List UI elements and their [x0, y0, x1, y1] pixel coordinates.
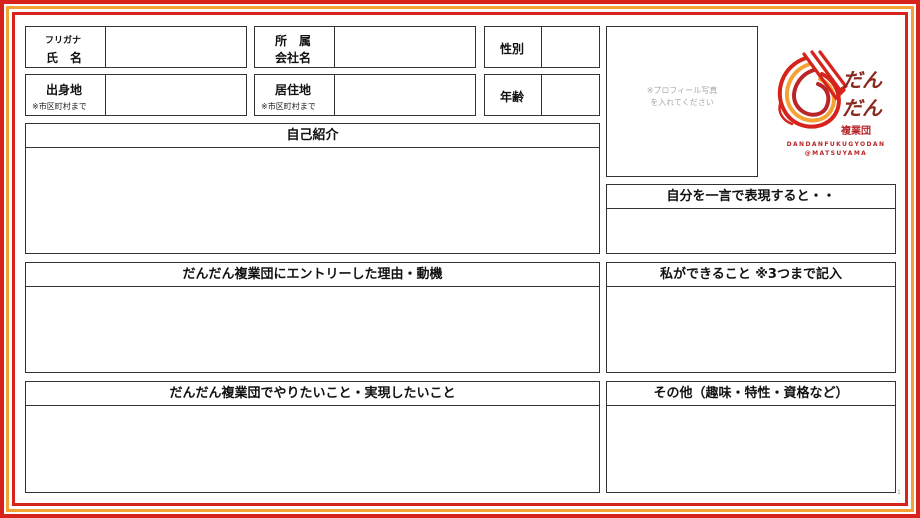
one-word-header: 自分を一言で表現すると・・: [607, 185, 895, 209]
self-intro-header: 自己紹介: [26, 124, 599, 148]
logo-script-line2: だん: [842, 96, 882, 120]
gender-label: 性別: [500, 42, 525, 56]
can-do-header: 私ができること ※3つまで記入: [607, 263, 895, 287]
self-intro-section: 自己紹介: [25, 123, 600, 254]
gender-input-area[interactable]: [543, 27, 599, 67]
motivation-header: だんだん複業団にエントリーした理由・動機: [26, 263, 599, 287]
birthplace-label-cell: 出身地 ※市区町村まで: [26, 75, 106, 115]
one-word-input-area[interactable]: [607, 209, 895, 253]
birthplace-field: 出身地 ※市区町村まで: [25, 74, 247, 116]
can-do-section: 私ができること ※3つまで記入: [606, 262, 896, 373]
logo-subtitle-line1: DANDANFUKUGYODAN: [786, 141, 886, 148]
residence-input-area[interactable]: [336, 75, 475, 115]
motivation-input-area[interactable]: [26, 287, 599, 372]
birthplace-input-area[interactable]: [107, 75, 246, 115]
birthplace-note: ※市区町村まで: [32, 102, 87, 111]
motivation-section: だんだん複業団にエントリーした理由・動機: [25, 262, 600, 373]
others-header: その他（趣味・特性・資格など）: [607, 382, 895, 406]
gender-label-cell: 性別: [485, 27, 542, 67]
company-name-label: 会社名: [275, 51, 312, 65]
want-to-do-input-area[interactable]: [26, 406, 599, 492]
name-label: 氏 名: [46, 51, 83, 65]
age-label: 年齢: [500, 90, 525, 104]
residence-note: ※市区町村まで: [261, 102, 316, 111]
others-input-area[interactable]: [607, 406, 895, 492]
age-label-cell: 年齢: [485, 75, 542, 115]
age-field: 年齢: [484, 74, 600, 116]
name-input-area[interactable]: [107, 27, 246, 67]
affiliation-field: 所 属 会社名: [254, 26, 476, 68]
affiliation-label-cell: 所 属 会社名: [255, 27, 335, 67]
age-input-area[interactable]: [543, 75, 599, 115]
page-number: 1: [897, 489, 901, 496]
self-intro-input-area[interactable]: [26, 148, 599, 253]
one-word-section: 自分を一言で表現すると・・: [606, 184, 896, 254]
logo-subtitle-line2: @MATSUYAMA: [804, 150, 868, 157]
residence-label: 居住地: [275, 83, 312, 97]
want-to-do-header: だんだん複業団でやりたいこと・実現したいこと: [26, 382, 599, 406]
affiliation-input-area[interactable]: [336, 27, 475, 67]
can-do-input-area[interactable]: [607, 287, 895, 372]
logo-script-line1: だん: [842, 68, 882, 92]
affiliation-label: 所 属: [275, 34, 312, 48]
logo-kanji: 複業団: [841, 126, 871, 137]
furigana-label: フリガナ: [45, 36, 82, 46]
name-field: フリガナ 氏 名: [25, 26, 247, 68]
gender-field: 性別: [484, 26, 600, 68]
name-label-cell: フリガナ 氏 名: [26, 27, 106, 67]
photo-instructions-line1: ※プロフィール写真: [646, 86, 718, 95]
birthplace-label: 出身地: [46, 83, 83, 97]
others-section: その他（趣味・特性・資格など）: [606, 381, 896, 493]
want-to-do-section: だんだん複業団でやりたいこと・実現したいこと: [25, 381, 600, 493]
profile-photo-placeholder[interactable]: ※プロフィール写真 を入れてください: [606, 26, 758, 177]
residence-label-cell: 居住地 ※市区町村まで: [255, 75, 335, 115]
photo-instructions-line2: を入れてください: [650, 98, 714, 107]
photo-instructions: ※プロフィール写真 を入れてください: [607, 85, 757, 109]
residence-field: 居住地 ※市区町村まで: [254, 74, 476, 116]
